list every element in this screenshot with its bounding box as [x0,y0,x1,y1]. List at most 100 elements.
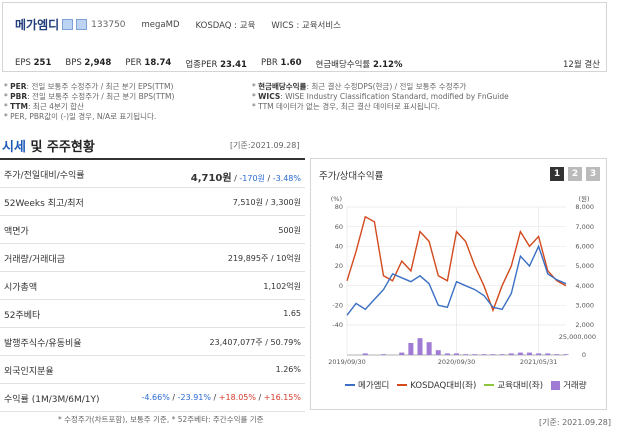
indicator-eps: EPS 251 [15,58,52,68]
memo-icon[interactable] [76,19,88,30]
volume-bar [490,354,496,355]
volume-zero-label: 0 [582,351,586,359]
right-axis-label: (원) [578,194,589,203]
legend-swatch [551,380,561,390]
table-row: 외국인지분율 1.26% [0,356,305,384]
left-tick-label: 80 [335,203,343,211]
row-label: 발행주식수/유동비율 [4,339,82,349]
left-tick-label: 60 [335,223,343,231]
row-label: 수익률 (1M/3M/6M/1Y) [4,395,100,405]
row-value: 4,710원 / -170원 / -3.48% [190,173,301,184]
table-row: 주가/전일대비/수익률 4,710원 / -170원 / -3.48% [0,160,305,188]
indicator-per: PER 18.74 [125,58,172,68]
volume-bar [545,353,551,355]
volume-bar [381,354,386,355]
right-tick-label: 6,000 [575,243,594,251]
indicator-bps: BPS 2,948 [65,58,112,68]
volume-bar [435,350,441,355]
note-pbr: * PBR: 전일 보통주 수정주가 / 최근 분기 BPS(TTM) [4,92,175,101]
row-label: 52Weeks 최고/최저 [4,199,84,209]
volume-tick-label: 25,000,000 [559,333,596,341]
chart-tab-3[interactable]: 3 [586,167,600,181]
chart-tabs: 1 2 3 [546,167,600,181]
row-label: 외국인지분율 [4,367,54,377]
chart-tab-2[interactable]: 2 [568,167,582,181]
wics-info: WICS : 교육서비스 [271,20,342,31]
note-wics: * WICS: WISE Industry Classification Sta… [252,92,509,101]
left-tick-label: -20 [332,302,343,310]
legend-swatch [484,384,495,386]
volume-bar [444,353,450,355]
right-tick-label: 2,000 [575,321,594,329]
volume-bar [408,343,414,355]
row-value: 1.26% [275,365,301,374]
right-tick-label: 8,000 [575,203,594,211]
volume-bar [499,354,505,355]
legend-swatch [397,384,408,386]
row-value: -4.66% / -23.91% / +18.05% / +16.15% [141,393,301,402]
x-tick-label: 2020/09/30 [438,358,475,366]
volume-bar [399,352,405,355]
row-label: 52주베타 [4,311,41,321]
base-date: [기준:2021.09.28] [230,141,300,150]
price-chart: (%) (원) 80 8,000 60 7,000 40 6,000 20 5,000 0 4,000… [328,194,596,366]
volume-bar [426,342,432,355]
stock-icon[interactable] [62,19,74,30]
volume-bar [527,352,532,355]
left-tick-label: -40 [332,321,343,329]
market-info: KOSDAQ : 교육 [195,20,256,31]
note-ttm-missing: * TTM 데이터가 없는 경우, 최근 결산 데이터로 표시됩니다. [252,102,440,111]
right-tick-label: 5,000 [575,262,594,270]
note-per: * PER: 전일 보통주 수정주가 / 최근 분기 EPS(TTM) [4,82,174,91]
volume-bar [536,353,542,355]
base-date-bottom: [기준: 2021.09.28] [538,418,611,427]
price-table: 주가/전일대비/수익률 4,710원 / -170원 / -3.48% 52We… [0,158,305,412]
english-name: megaMD [141,19,180,30]
legend-item-price: 메가엠디 [345,379,389,391]
chart-legend: 메가엠디 KOSDAQ대비(좌) 교육대비(좌) 거래량 [345,379,605,391]
note-dividend: * 현금배당수익률: 최근 결산 수정DPS(현금) / 전일 보통주 수정주가 [252,82,467,91]
fiscal-period: 12월 결산 [563,60,600,70]
volume-bar [417,338,423,355]
chart-tab-1[interactable]: 1 [550,167,564,181]
left-axis-label: (%) [331,195,342,203]
table-row: 52Weeks 최고/최저 7,510원 / 3,300원 [0,188,305,216]
row-label: 거래량/거래대금 [4,255,65,265]
note-ttm: * TTM: 최근 4분기 합산 [4,102,84,111]
x-tick-label: 2019/09/30 [328,358,365,366]
right-tick-label: 7,000 [575,223,594,231]
table-row: 시가총액 1,102억원 [0,272,305,300]
row-label: 주가/전일대비/수익률 [4,171,85,181]
indicator-dividend-yield: 현금배당수익률 2.12% [315,60,403,70]
legend-swatch [345,384,355,386]
row-value: 219,895주 / 10억원 [227,254,301,263]
table-row: 52주베타 1.65 [0,300,305,328]
left-tick-label: 20 [335,262,343,270]
table-row: 액면가 500원 [0,216,305,244]
row-value: 1,102억원 [263,282,301,291]
indicator-industry-per: 업종PER 23.41 [185,60,247,70]
legend-item-kosdaq: KOSDAQ대비(좌) [397,379,476,391]
right-tick-label: 3,000 [575,302,594,310]
indicator-row: EPS 251 BPS 2,948 PER 18.74 업종PER 23.41 … [15,58,416,70]
notes-left: * PER: 전일 보통주 수정주가 / 최근 분기 EPS(TTM) * PB… [4,82,174,122]
chart-title: 주가/상대수익률 [319,171,384,182]
indicator-pbr: PBR 1.60 [260,58,302,68]
right-tick-label: 4,000 [575,282,594,290]
volume-bar [508,353,514,355]
x-tick-label: 2021/05/31 [520,358,557,366]
note-negative: * PER, PBR값이 (-)일 경우, N/A로 표기됩니다. [4,112,157,121]
row-value: 23,407,077주 / 50.79% [209,338,301,347]
row-value: 500원 [278,226,301,235]
row-value: 1.65 [283,309,301,318]
company-name: 메가엠디 [15,18,60,32]
volume-bar [481,354,487,355]
section-title: 시세 및 주주현황 [2,140,95,155]
chart-panel: 주가/상대수익률 1 2 3 (%) (원) 80 8,000 60 7,000 40 6,0… [310,158,607,410]
row-value: 7,510원 / 3,300원 [232,198,301,207]
table-row: 발행주식수/유동비율 23,407,077주 / 50.79% [0,328,305,356]
volume-bar [554,354,560,355]
table-row: 거래량/거래대금 219,895주 / 10억원 [0,244,305,272]
row-label: 액면가 [4,227,29,237]
volume-bar [463,354,469,355]
